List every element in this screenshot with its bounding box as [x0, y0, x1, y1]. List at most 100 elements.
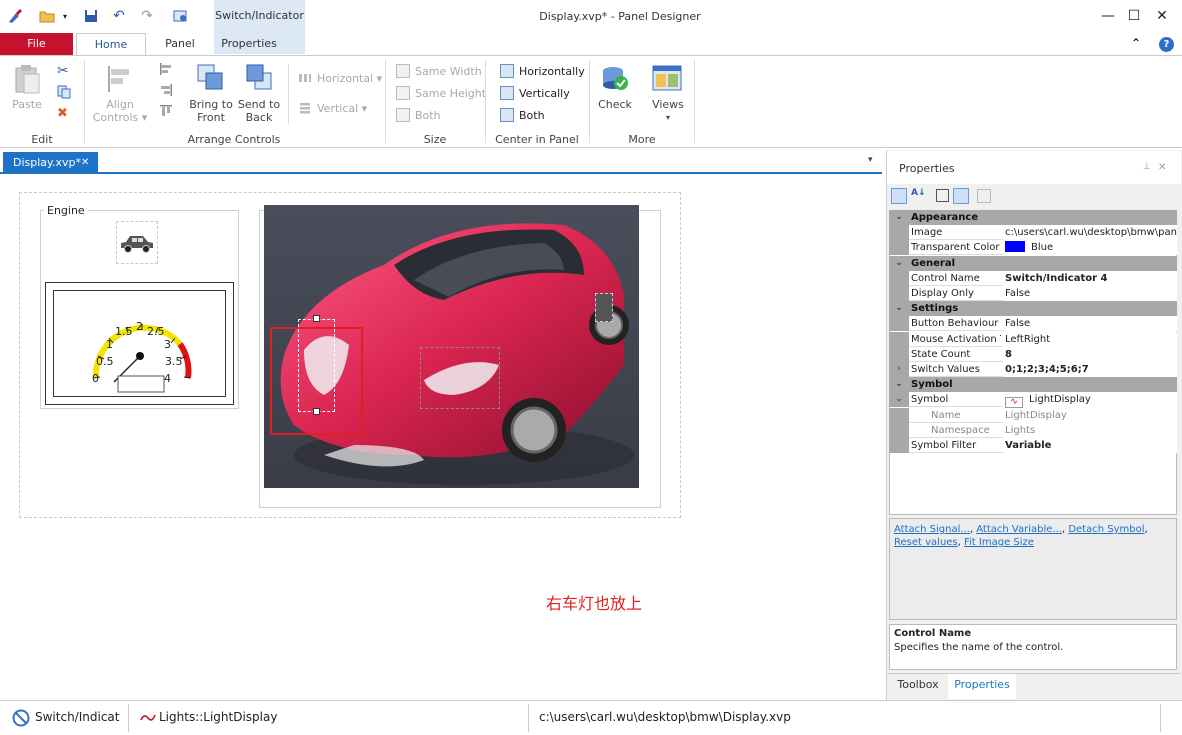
same-height-button[interactable]: Same Height: [396, 84, 486, 102]
tab-properties[interactable]: Properties: [214, 33, 284, 55]
properties-title: Properties: [899, 162, 955, 175]
detach-symbol-link[interactable]: Detach Symbol: [1068, 524, 1144, 535]
paste-button[interactable]: Paste: [5, 98, 49, 111]
property-value[interactable]: Lights: [1003, 422, 1177, 438]
engine-indicator[interactable]: [116, 221, 158, 264]
center-both-button[interactable]: Both: [500, 106, 545, 124]
views-button[interactable]: Views ▾: [646, 98, 690, 124]
undo-icon[interactable]: ↶: [110, 7, 128, 25]
property-row[interactable]: Image c:\users\carl.wu\desktop\bmw\panel\…: [889, 225, 1177, 241]
property-row[interactable]: State Count 8: [889, 346, 1177, 362]
send-to-back-button[interactable]: Send to Back: [236, 98, 282, 124]
collapse-category-icon[interactable]: ⌄: [889, 301, 909, 317]
property-value[interactable]: c:\users\carl.wu\desktop\bmw\panel\B: [1003, 225, 1177, 241]
property-row[interactable]: Display Only False: [889, 286, 1177, 301]
center-horizontally-button[interactable]: Horizontally: [500, 62, 585, 80]
property-value[interactable]: False: [1003, 286, 1177, 301]
property-value-text: Variable: [1005, 440, 1052, 451]
same-size-both-icon: [396, 108, 410, 122]
align-controls-button[interactable]: Align Controls ▾: [90, 98, 150, 124]
collapse-category-icon[interactable]: ⌄: [889, 210, 909, 225]
property-row[interactable]: Name LightDisplay: [889, 407, 1177, 423]
tab-home[interactable]: Home: [76, 33, 146, 56]
mirror-indicator[interactable]: [595, 293, 613, 322]
property-row[interactable]: ⌄ Symbol ∿ LightDisplay: [889, 392, 1177, 409]
same-width-button[interactable]: Same Width: [396, 62, 482, 80]
center-horizontally-icon: [500, 64, 514, 78]
property-value[interactable]: Variable: [1003, 438, 1177, 453]
maximize-button[interactable]: ☐: [1124, 6, 1144, 26]
redo-icon[interactable]: ↷: [138, 7, 156, 25]
property-value[interactable]: 8: [1003, 346, 1177, 362]
tab-panel[interactable]: Panel: [150, 33, 210, 55]
alphabetical-icon[interactable]: A↓: [911, 188, 926, 198]
panel-close-icon[interactable]: ✕: [1158, 162, 1166, 173]
events-icon[interactable]: [953, 188, 969, 204]
cut-icon[interactable]: ✂: [57, 63, 69, 79]
resize-handle-top[interactable]: [313, 315, 320, 322]
screenshot-icon[interactable]: [172, 7, 190, 25]
collapse-category-icon[interactable]: ⌄: [889, 377, 909, 393]
property-row[interactable]: Control Name Switch/Indicator 4: [889, 270, 1177, 286]
distribute-horizontal-button[interactable]: Horizontal ▾: [298, 69, 382, 87]
property-category[interactable]: ⌄ Symbol: [889, 377, 1177, 393]
property-value[interactable]: ∿ LightDisplay: [1003, 392, 1177, 409]
group-label-arrange: Arrange Controls: [187, 133, 281, 146]
properties-tab[interactable]: Properties: [948, 674, 1016, 699]
copy-icon[interactable]: [57, 85, 71, 102]
property-value[interactable]: False: [1003, 316, 1177, 332]
headlight-switch-left[interactable]: [298, 319, 335, 412]
align-top-icon[interactable]: [159, 104, 173, 118]
expand-property-icon[interactable]: ⌄: [889, 392, 909, 408]
property-row[interactable]: › Switch Values 0;1;2;3;4;5;6;7: [889, 362, 1177, 377]
ribbon-collapse-icon[interactable]: ⌃: [1131, 36, 1141, 50]
expand-property-icon[interactable]: ›: [889, 362, 909, 377]
close-button[interactable]: ✕: [1152, 6, 1172, 26]
collapse-category-icon[interactable]: ⌄: [889, 255, 909, 271]
toolbox-tab[interactable]: Toolbox: [892, 678, 944, 691]
property-value[interactable]: Blue: [1003, 240, 1177, 256]
property-row[interactable]: Button Behaviour False: [889, 316, 1177, 332]
settings-page-icon[interactable]: [977, 189, 991, 203]
property-value[interactable]: LeftRight: [1003, 331, 1177, 347]
property-value[interactable]: Switch/Indicator 4: [1003, 270, 1177, 286]
save-icon[interactable]: [82, 7, 100, 25]
help-icon[interactable]: ?: [1159, 37, 1174, 52]
document-tab-close-icon[interactable]: ✕: [81, 152, 89, 174]
pin-icon[interactable]: ⊥: [1143, 162, 1151, 172]
property-row[interactable]: Mouse Activation T LeftRight: [889, 331, 1177, 347]
open-dropdown-icon[interactable]: ▾: [60, 7, 70, 25]
distribute-vertical-button[interactable]: Vertical ▾: [298, 99, 367, 117]
property-row[interactable]: Transparent Color Blue: [889, 240, 1177, 256]
headlight-switch-right[interactable]: [420, 347, 500, 409]
property-category[interactable]: ⌄ General: [889, 255, 1177, 271]
align-right-icon[interactable]: [159, 83, 173, 97]
group-label-center: Center in Panel: [495, 133, 579, 146]
bring-to-front-button[interactable]: Bring to Front: [188, 98, 234, 124]
property-pages-icon[interactable]: [936, 189, 949, 202]
file-tab[interactable]: File: [0, 33, 73, 55]
resize-handle-bottom[interactable]: [313, 408, 320, 415]
delete-icon[interactable]: ✖: [57, 106, 68, 121]
attach-signal-link[interactable]: Attach Signal...: [894, 524, 970, 535]
distribute-horizontal-icon: [299, 74, 311, 82]
align-left-icon[interactable]: [159, 62, 173, 76]
property-category[interactable]: ⌄ Appearance: [889, 210, 1177, 225]
fit-image-size-link[interactable]: Fit Image Size: [964, 537, 1034, 548]
property-value[interactable]: 0;1;2;3;4;5;6;7: [1003, 362, 1177, 377]
property-row[interactable]: Symbol Filter Variable: [889, 438, 1177, 453]
minimize-button[interactable]: —: [1098, 6, 1118, 26]
check-button[interactable]: Check: [594, 98, 636, 111]
categorized-icon[interactable]: [891, 188, 907, 204]
document-list-dropdown-icon[interactable]: ▾: [868, 155, 873, 165]
reset-values-link[interactable]: Reset values: [894, 537, 958, 548]
center-vertically-button[interactable]: Vertically: [500, 84, 570, 102]
same-size-both-button[interactable]: Both: [396, 106, 441, 124]
document-tab[interactable]: Display.xvp* ✕: [3, 152, 98, 174]
property-row[interactable]: Namespace Lights: [889, 422, 1177, 438]
open-folder-icon[interactable]: [38, 7, 56, 25]
property-category[interactable]: ⌄ Settings: [889, 301, 1177, 317]
attach-variable-link[interactable]: Attach Variable...: [976, 524, 1062, 535]
align-label-2: Controls ▾: [92, 111, 148, 124]
property-value[interactable]: LightDisplay: [1003, 407, 1177, 423]
